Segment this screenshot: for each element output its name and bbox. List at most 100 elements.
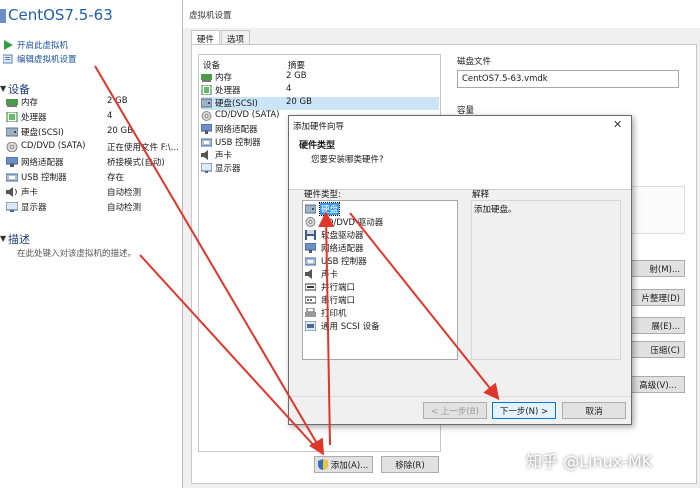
next-button[interactable]: 下一步(N) > — [492, 402, 556, 419]
add-button-label: 添加(A)... — [330, 461, 369, 471]
hardware-type-name: 通用 SCSI 设备 — [321, 322, 380, 332]
device-row[interactable]: 显示器 自动检测 — [5, 201, 182, 215]
edit-settings-link[interactable]: 编辑虚拟机设置 — [17, 53, 77, 65]
device-value: 4 — [107, 111, 113, 121]
explanation-text: 添加硬盘。 — [474, 205, 517, 215]
wizard-title: 添加硬件向导 — [293, 122, 345, 132]
compact-button[interactable]: 压缩(C) — [627, 341, 685, 358]
hardware-type-name: 软盘驱动器 — [321, 231, 364, 241]
watermark: 知乎 @Linux-MK — [526, 452, 653, 471]
hardware-type-name: 并行端口 — [321, 283, 356, 293]
tab-hardware[interactable]: 硬件 — [191, 30, 221, 45]
cpu-icon — [201, 84, 212, 96]
settings-title: 虚拟机设置 — [189, 11, 232, 21]
wizard-titlebar[interactable]: 添加硬件向导 ✕ — [289, 116, 631, 134]
wizard-heading: 硬件类型 — [299, 141, 336, 151]
device-row[interactable]: USB 控制器 存在 — [5, 171, 182, 185]
hardware-summary: 20 GB — [286, 97, 312, 107]
usb-icon — [5, 172, 19, 182]
device-name: USB 控制器 — [21, 173, 67, 183]
hardware-type-name: CD/DVD 驱动器 — [321, 218, 384, 228]
hardware-row[interactable]: 处理器 4 — [201, 84, 439, 97]
memory-icon — [201, 72, 212, 82]
advanced-button[interactable]: 高级(V)... — [631, 376, 685, 393]
column-header-device[interactable]: 设备 — [203, 59, 220, 71]
hardware-name: 显示器 — [215, 164, 241, 174]
hardware-type-name: 网络适配器 — [321, 244, 364, 254]
floppy-icon — [305, 230, 316, 240]
memory-icon — [6, 97, 18, 107]
network-icon — [200, 123, 213, 134]
hardware-type-name: 声卡 — [321, 270, 339, 280]
devices-heading: 设备 — [8, 83, 30, 96]
cdrom-icon — [6, 141, 18, 153]
usb-icon — [200, 137, 213, 147]
collapse-arrow-icon[interactable]: ▼ — [0, 84, 6, 93]
power-on-link[interactable]: 开启此虚拟机 — [17, 39, 68, 51]
hardware-type-label: 硬件类型: — [304, 190, 341, 200]
shield-icon — [318, 459, 328, 472]
wizard-subheading: 您要安装哪类硬件? — [311, 155, 384, 165]
tab-options[interactable]: 选项 — [221, 30, 251, 45]
scsi-icon — [304, 320, 317, 332]
vm-tab-marker — [0, 9, 6, 23]
back-button[interactable]: < 上一步(B) — [423, 402, 487, 419]
device-value: 正在使用文件 F:\... — [107, 143, 179, 153]
hardware-name: 网络适配器 — [215, 125, 258, 135]
device-row[interactable]: 内存 2 GB — [6, 96, 182, 110]
column-header-summary[interactable]: 摘要 — [288, 59, 305, 71]
explanation-box — [471, 200, 621, 360]
collapse-arrow-icon[interactable]: ▼ — [0, 234, 6, 243]
hardware-type-name: USB 控制器 — [321, 257, 367, 267]
device-row[interactable]: 处理器 4 — [6, 111, 182, 125]
hardware-name: USB 控制器 — [215, 138, 261, 148]
device-row[interactable]: 网络适配器 桥接模式(自动) — [5, 156, 182, 170]
harddisk-icon — [200, 98, 213, 108]
settings-titlebar[interactable]: 虚拟机设置 — [183, 0, 700, 28]
device-row[interactable]: CD/DVD (SATA) 正在使用文件 F:\... — [6, 141, 182, 155]
device-name: 显示器 — [21, 203, 47, 213]
hardware-type-name: 硬盘 — [318, 202, 341, 216]
description-placeholder[interactable]: 在此处键入对该虚拟机的描述。 — [17, 247, 136, 259]
hardware-row[interactable]: 内存 2 GB — [201, 71, 439, 84]
edit-settings-icon[interactable] — [2, 54, 13, 64]
hardware-name: 声卡 — [215, 151, 233, 161]
hardware-row-selected[interactable]: 硬盘(SCSI) 20 GB — [200, 97, 439, 110]
display-icon — [5, 201, 19, 212]
close-icon[interactable]: ✕ — [613, 118, 622, 131]
serial-port-icon — [304, 295, 317, 305]
power-on-icon[interactable] — [3, 40, 13, 50]
sound-icon — [6, 187, 18, 197]
device-row[interactable]: 硬盘(SCSI) 20 GB — [5, 126, 182, 140]
hardware-type-name: 打印机 — [321, 309, 347, 319]
hardware-summary: 2 GB — [286, 71, 307, 81]
add-hardware-wizard-dialog: 添加硬件向导 ✕ 硬件类型 您要安装哪类硬件? 硬件类型: 硬盘 CD/DVD … — [288, 115, 632, 425]
add-hardware-button[interactable]: 添加(A)... — [314, 456, 373, 473]
hardware-type-name: 串行端口 — [321, 296, 356, 306]
usb-icon — [304, 256, 317, 266]
device-value: 20 GB — [107, 126, 133, 136]
network-icon — [5, 156, 19, 167]
hardware-summary: 4 — [286, 84, 292, 94]
device-value: 桥接模式(自动) — [107, 158, 165, 168]
device-value: 存在 — [107, 173, 125, 183]
sound-icon — [305, 269, 316, 279]
display-icon — [200, 162, 213, 173]
vm-summary-pane: CentOS7.5-63 开启此虚拟机 编辑虚拟机设置 ▼ 设备 内存 2 GB… — [0, 0, 182, 488]
device-row[interactable]: 声卡 自动检测 — [6, 186, 182, 200]
device-name: 处理器 — [21, 113, 47, 123]
device-value: 自动检测 — [107, 188, 142, 198]
expand-button[interactable]: 展(E)... — [627, 317, 685, 334]
disk-file-field[interactable]: CentOS7.5-63.vmdk — [457, 70, 679, 88]
hardware-name: 处理器 — [215, 86, 241, 96]
network-icon — [304, 242, 317, 253]
device-value: 2 GB — [107, 96, 128, 106]
vm-title: CentOS7.5-63 — [8, 6, 113, 24]
printer-icon — [305, 307, 316, 318]
defragment-button[interactable]: 片整理(D) — [627, 289, 685, 306]
map-button[interactable]: 射(M)... — [627, 260, 685, 277]
hardware-type-list[interactable]: 硬盘 CD/DVD 驱动器 软盘驱动器 网络适配器 USB 控制器 声卡 并行端… — [302, 200, 458, 360]
device-name: 网络适配器 — [21, 158, 64, 168]
remove-hardware-button[interactable]: 移除(R) — [381, 456, 439, 473]
cancel-button[interactable]: 取消 — [562, 402, 626, 419]
